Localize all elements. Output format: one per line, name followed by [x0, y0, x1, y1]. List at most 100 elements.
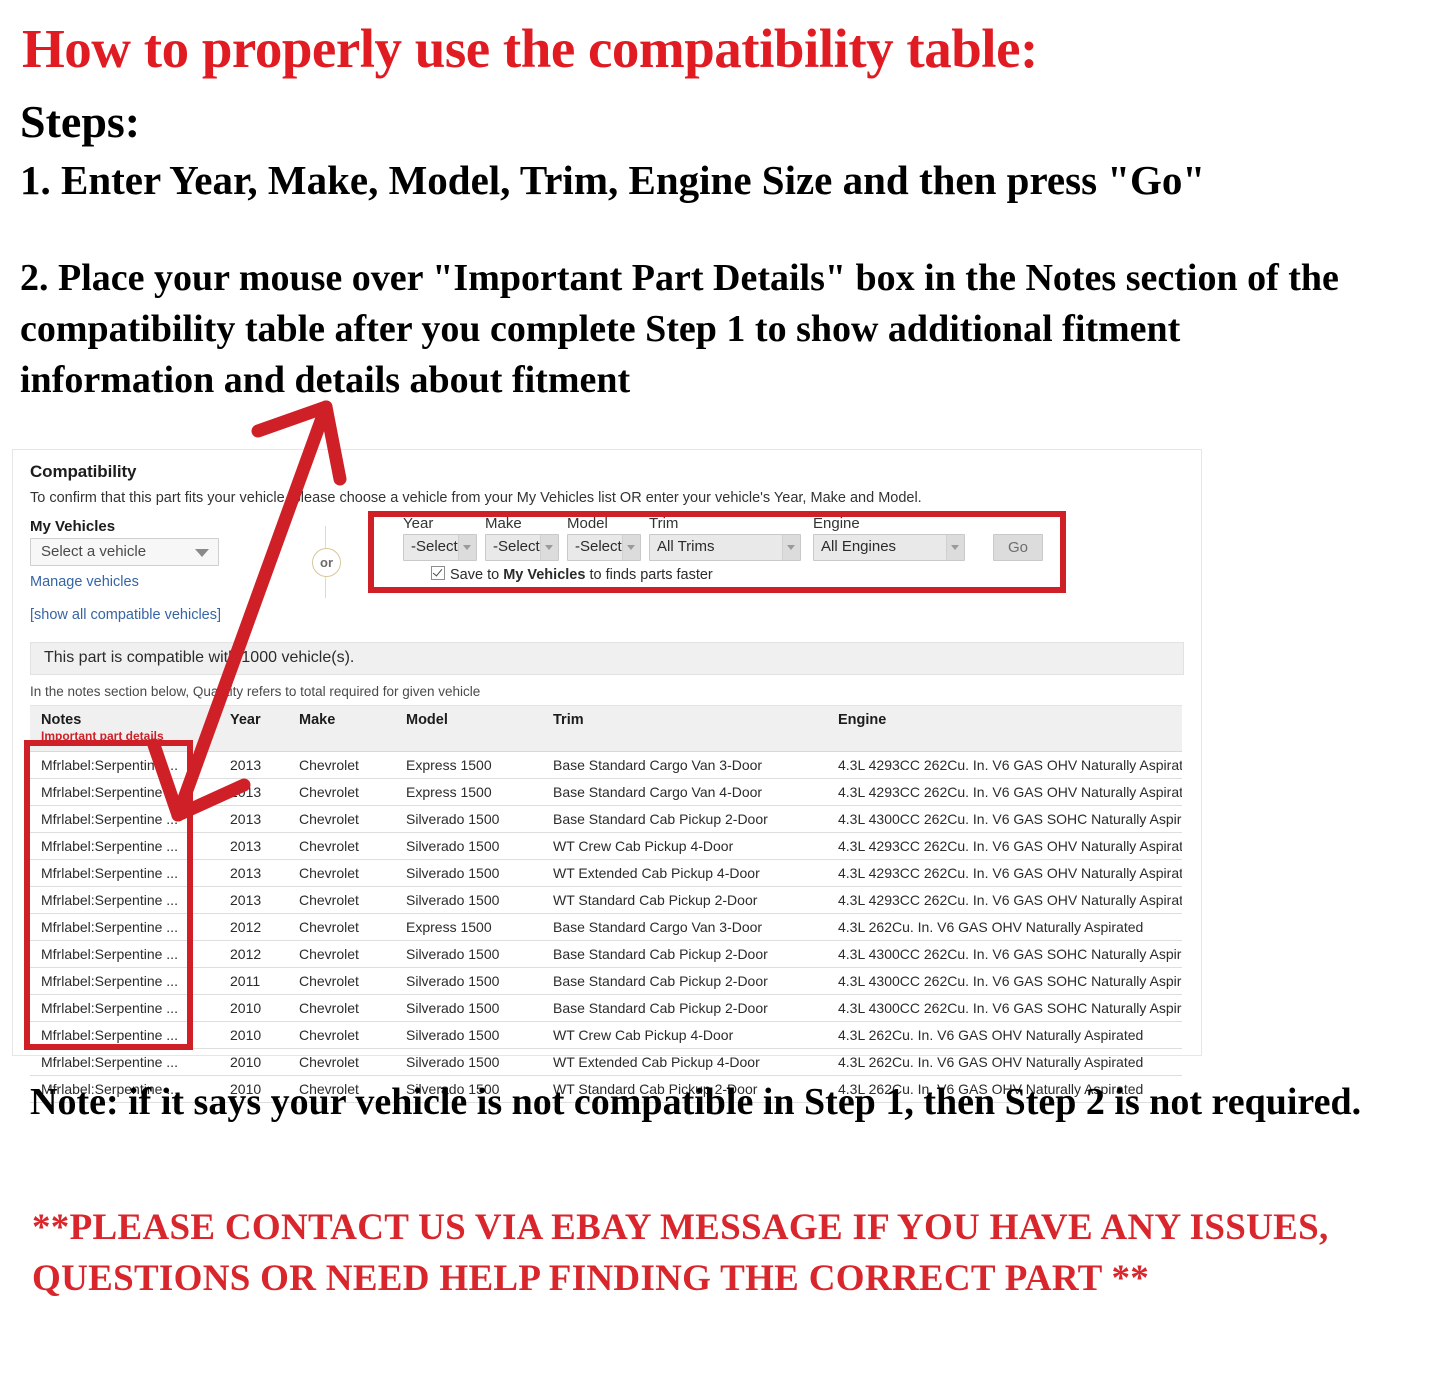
bottom-note-text: Note: if it says your vehicle is not com… [30, 1081, 1362, 1123]
table-row: Mfrlabel:Serpentine ... 2013 Chevrolet Silv… [30, 859, 1182, 887]
cell-engine: 4.3L 4293CC 262Cu. In. V6 GAS OHV Natura… [827, 778, 1182, 806]
cell-make: Chevrolet [288, 994, 395, 1022]
cell-engine: 4.3L 4300CC 262Cu. In. V6 GAS SOHC Natur… [827, 805, 1182, 833]
cell-trim: Base Standard Cargo Van 3-Door [542, 913, 827, 941]
cell-year: 2013 [219, 886, 288, 914]
column-header-engine[interactable]: Engine [827, 705, 1182, 752]
cell-trim: Base Standard Cab Pickup 2-Door [542, 994, 827, 1022]
column-header-model[interactable]: Model [395, 705, 542, 752]
cell-trim: WT Extended Cab Pickup 4-Door [542, 859, 827, 887]
table-row: Mfrlabel:Serpentine ... 2010 Chevrolet Silv… [30, 1048, 1182, 1076]
cell-year: 2013 [219, 778, 288, 806]
cell-year: 2013 [219, 859, 288, 887]
cell-year: 2010 [219, 1048, 288, 1076]
compatible-count-text: This part is compatible with 1000 vehicl… [44, 649, 355, 666]
cell-make: Chevrolet [288, 1048, 395, 1076]
quantity-note: In the notes section below, Quantity ref… [30, 684, 481, 699]
cell-model: Silverado 1500 [395, 1021, 542, 1049]
compatibility-table-head: Notes Important part details Year Make M… [30, 705, 1182, 752]
table-row: Mfrlabel:Serpentine ... 2010 Chevrolet Silv… [30, 1021, 1182, 1049]
cell-engine: 4.3L 4293CC 262Cu. In. V6 GAS OHV Natura… [827, 859, 1182, 887]
cell-make: Chevrolet [288, 886, 395, 914]
cell-model: Express 1500 [395, 751, 542, 779]
cell-make: Chevrolet [288, 805, 395, 833]
instruction-graphic: How to properly use the compatibility ta… [0, 0, 1445, 1393]
cell-model: Silverado 1500 [395, 994, 542, 1022]
cell-make: Chevrolet [288, 913, 395, 941]
cell-engine: 4.3L 262Cu. In. V6 GAS OHV Naturally Asp… [827, 1048, 1182, 1076]
cell-notes[interactable]: Mfrlabel:Serpentine ... [30, 1048, 219, 1076]
show-all-compatible-vehicles-link[interactable]: [show all compatible vehicles] [30, 607, 221, 623]
cell-model: Silverado 1500 [395, 832, 542, 860]
cell-year: 2010 [219, 1021, 288, 1049]
table-row: Mfrlabel:Serpentine ... 2012 Chevrolet Silv… [30, 940, 1182, 968]
steps-label: Steps: [20, 96, 141, 147]
my-vehicles-select-value: Select a vehicle [41, 543, 147, 560]
cell-make: Chevrolet [288, 967, 395, 995]
cell-trim: Base Standard Cab Pickup 2-Door [542, 940, 827, 968]
cell-year: 2010 [219, 994, 288, 1022]
cell-year: 2013 [219, 751, 288, 779]
contact-us-text: **PLEASE CONTACT US VIA EBAY MESSAGE IF … [32, 1207, 1329, 1299]
annotation-box-notes-column [24, 740, 193, 1050]
cell-model: Silverado 1500 [395, 967, 542, 995]
cell-trim: WT Extended Cab Pickup 4-Door [542, 1048, 827, 1076]
cell-model: Silverado 1500 [395, 859, 542, 887]
table-header-row: Notes Important part details Year Make M… [30, 705, 1182, 752]
cell-trim: WT Crew Cab Pickup 4-Door [542, 832, 827, 860]
cell-year: 2012 [219, 940, 288, 968]
cell-model: Silverado 1500 [395, 805, 542, 833]
or-badge-label: or [312, 548, 341, 577]
cell-make: Chevrolet [288, 778, 395, 806]
step-1-text: 1. Enter Year, Make, Model, Trim, Engine… [20, 157, 1206, 203]
cell-make: Chevrolet [288, 751, 395, 779]
manage-vehicles-link[interactable]: Manage vehicles [30, 574, 139, 590]
column-header-trim[interactable]: Trim [542, 705, 827, 752]
cell-engine: 4.3L 4300CC 262Cu. In. V6 GAS SOHC Natur… [827, 994, 1182, 1022]
chevron-down-icon [195, 549, 209, 557]
cell-model: Express 1500 [395, 778, 542, 806]
column-header-make[interactable]: Make [288, 705, 395, 752]
cell-model: Silverado 1500 [395, 886, 542, 914]
cell-engine: 4.3L 4293CC 262Cu. In. V6 GAS OHV Natura… [827, 832, 1182, 860]
table-row: Mfrlabel:Serpentine ... 2012 Chevrolet Expr… [30, 913, 1182, 941]
my-vehicles-label: My Vehicles [30, 518, 116, 535]
column-header-notes-label: Notes [41, 712, 82, 728]
cell-make: Chevrolet [288, 859, 395, 887]
cell-trim: Base Standard Cab Pickup 2-Door [542, 805, 827, 833]
annotation-box-vehicle-finder [368, 511, 1066, 593]
step-2-text: 2. Place your mouse over "Important Part… [20, 257, 1339, 401]
cell-engine: 4.3L 4300CC 262Cu. In. V6 GAS SOHC Natur… [827, 940, 1182, 968]
compatibility-table-body: Mfrlabel:Serpentine ... 2013 Chevrolet Expr… [30, 751, 1182, 1103]
cell-trim: WT Crew Cab Pickup 4-Door [542, 1021, 827, 1049]
table-row: Mfrlabel:Serpentine ... 2013 Chevrolet Expr… [30, 751, 1182, 779]
cell-make: Chevrolet [288, 832, 395, 860]
cell-model: Silverado 1500 [395, 940, 542, 968]
compatibility-table: Notes Important part details Year Make M… [30, 705, 1182, 1103]
cell-trim: Base Standard Cab Pickup 2-Door [542, 967, 827, 995]
table-row: Mfrlabel:Serpentine ... 2013 Chevrolet Silv… [30, 832, 1182, 860]
table-row: Mfrlabel:Serpentine ... 2011 Chevrolet Silv… [30, 967, 1182, 995]
my-vehicles-select[interactable]: Select a vehicle [30, 538, 219, 566]
column-header-year[interactable]: Year [219, 705, 288, 752]
cell-model: Silverado 1500 [395, 1048, 542, 1076]
cell-engine: 4.3L 262Cu. In. V6 GAS OHV Naturally Asp… [827, 913, 1182, 941]
compatibility-subtitle: To confirm that this part fits your vehi… [30, 490, 922, 506]
table-row: Mfrlabel:Serpentine ... 2013 Chevrolet Expr… [30, 778, 1182, 806]
cell-trim: Base Standard Cargo Van 3-Door [542, 751, 827, 779]
table-row: Mfrlabel:Serpentine ... 2013 Chevrolet Silv… [30, 886, 1182, 914]
compatibility-title: Compatibility [30, 462, 137, 481]
or-divider: or [305, 526, 347, 598]
cell-year: 2012 [219, 913, 288, 941]
cell-year: 2013 [219, 832, 288, 860]
cell-engine: 4.3L 262Cu. In. V6 GAS OHV Naturally Asp… [827, 1021, 1182, 1049]
compatible-count-bar: This part is compatible with 1000 vehicl… [30, 642, 1184, 675]
cell-engine: 4.3L 4300CC 262Cu. In. V6 GAS SOHC Natur… [827, 967, 1182, 995]
table-row: Mfrlabel:Serpentine ... 2010 Chevrolet Silv… [30, 994, 1182, 1022]
page-title: How to properly use the compatibility ta… [22, 18, 1038, 79]
cell-trim: WT Standard Cab Pickup 2-Door [542, 886, 827, 914]
cell-model: Express 1500 [395, 913, 542, 941]
cell-make: Chevrolet [288, 1021, 395, 1049]
cell-trim: Base Standard Cargo Van 4-Door [542, 778, 827, 806]
cell-year: 2013 [219, 805, 288, 833]
